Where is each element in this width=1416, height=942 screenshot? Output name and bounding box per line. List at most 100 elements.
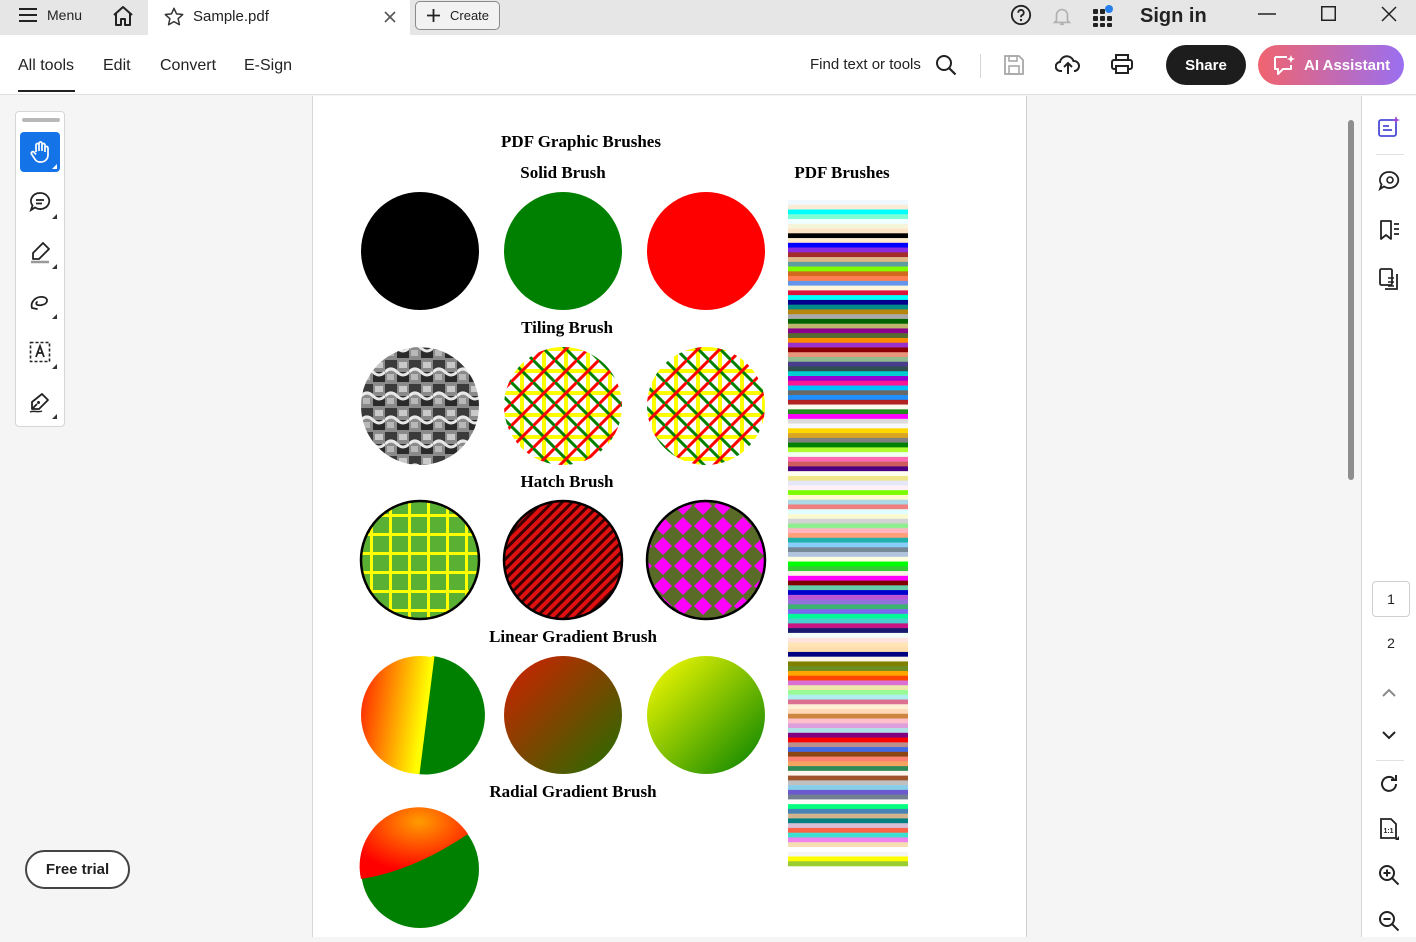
text-select-tool[interactable] bbox=[20, 332, 60, 372]
solid-green-circle bbox=[504, 192, 622, 310]
brush-stripe bbox=[788, 789, 908, 795]
star-icon[interactable] bbox=[163, 6, 185, 28]
menu-button[interactable]: Menu bbox=[18, 7, 82, 23]
brush-stripe bbox=[788, 680, 908, 686]
brush-stripe bbox=[788, 223, 908, 229]
save-icon[interactable] bbox=[1003, 54, 1025, 76]
page-number-2[interactable]: 2 bbox=[1372, 628, 1410, 658]
fit-page-button[interactable]: 1:1 bbox=[1374, 814, 1404, 844]
highlight-tool[interactable] bbox=[20, 232, 60, 272]
close-window-icon[interactable] bbox=[1381, 6, 1397, 22]
brush-stripe bbox=[788, 861, 908, 867]
linear-gradient-title: Linear Gradient Brush bbox=[489, 627, 657, 646]
toolbar-separator bbox=[980, 54, 981, 78]
tiling-brush-title: Tiling Brush bbox=[521, 318, 613, 337]
brush-stripe bbox=[788, 761, 908, 767]
brush-stripe bbox=[788, 823, 908, 829]
brush-stripe bbox=[788, 280, 908, 286]
create-button[interactable]: Create bbox=[415, 1, 500, 30]
right-tools-rail: 1 2 1:1 bbox=[1361, 96, 1416, 937]
brush-stripe bbox=[788, 504, 908, 510]
sign-tool[interactable] bbox=[20, 382, 60, 422]
zoom-out-icon bbox=[1379, 911, 1400, 932]
brush-stripe bbox=[788, 566, 908, 572]
brush-stripe bbox=[788, 257, 908, 263]
brush-stripes bbox=[788, 200, 908, 867]
find-label[interactable]: Find text or tools bbox=[810, 56, 921, 73]
sign-in-link[interactable]: Sign in bbox=[1140, 5, 1207, 28]
comment-tool[interactable] bbox=[20, 182, 60, 222]
share-button[interactable]: Share bbox=[1166, 45, 1246, 85]
rotate-button[interactable] bbox=[1374, 769, 1404, 799]
print-icon[interactable] bbox=[1110, 53, 1134, 75]
brush-stripe bbox=[788, 618, 908, 624]
upload-cloud-icon[interactable] bbox=[1055, 52, 1081, 76]
document-tab[interactable]: Sample.pdf bbox=[148, 0, 410, 35]
bell-icon[interactable] bbox=[1051, 4, 1073, 28]
brush-stripe bbox=[788, 770, 908, 776]
brush-stripe bbox=[788, 490, 908, 496]
brush-stripe bbox=[788, 404, 908, 410]
brush-stripe bbox=[788, 737, 908, 743]
document-viewport[interactable]: PDF Graphic Brushes Solid Brush PDF Brus… bbox=[313, 96, 1360, 937]
rail-grip[interactable] bbox=[22, 118, 60, 122]
freehand-icon bbox=[30, 296, 48, 310]
hatch-grid-circle bbox=[359, 499, 481, 621]
brush-stripe bbox=[788, 437, 908, 443]
home-button[interactable] bbox=[111, 4, 135, 28]
brush-stripe bbox=[788, 475, 908, 481]
hand-tool[interactable] bbox=[20, 132, 60, 172]
zoom-out-button[interactable] bbox=[1374, 906, 1404, 936]
brush-stripe bbox=[788, 613, 908, 619]
brush-stripe bbox=[788, 647, 908, 653]
pages-icon bbox=[1379, 268, 1398, 290]
brush-stripe bbox=[788, 266, 908, 272]
solid-red-circle bbox=[647, 192, 765, 310]
brush-stripe bbox=[788, 352, 908, 358]
next-page-button[interactable] bbox=[1374, 720, 1404, 750]
brush-stripe bbox=[788, 371, 908, 377]
brush-stripe bbox=[788, 808, 908, 814]
brush-stripe bbox=[788, 651, 908, 657]
brush-stripe bbox=[788, 728, 908, 734]
draw-tool[interactable] bbox=[20, 282, 60, 322]
tab-convert[interactable]: Convert bbox=[160, 57, 216, 75]
brush-stripe bbox=[788, 747, 908, 753]
tab-all-tools[interactable]: All tools bbox=[18, 57, 76, 92]
brush-stripe bbox=[788, 699, 908, 705]
bookmarks-panel-button[interactable] bbox=[1374, 215, 1404, 245]
zoom-in-icon bbox=[1379, 865, 1400, 886]
pages-panel-button[interactable] bbox=[1374, 264, 1404, 294]
brush-stripe bbox=[788, 632, 908, 638]
brush-stripe bbox=[788, 395, 908, 401]
brush-stripe bbox=[788, 542, 908, 548]
brush-stripe bbox=[788, 642, 908, 648]
brush-stripe bbox=[788, 552, 908, 558]
brush-stripe bbox=[788, 214, 908, 220]
ai-assistant-button[interactable]: AI Assistant bbox=[1258, 45, 1404, 85]
ai-summary-button[interactable] bbox=[1374, 112, 1404, 142]
search-icon[interactable] bbox=[935, 54, 957, 76]
brush-stripe bbox=[788, 219, 908, 225]
brush-stripe bbox=[788, 456, 908, 462]
bookmark-icon bbox=[1380, 220, 1399, 240]
brush-stripe bbox=[788, 485, 908, 491]
free-trial-button[interactable]: Free trial bbox=[25, 850, 130, 889]
apps-icon[interactable] bbox=[1091, 4, 1115, 28]
maximize-icon[interactable] bbox=[1321, 6, 1336, 21]
tab-e-sign[interactable]: E-Sign bbox=[244, 57, 292, 75]
brush-stripe bbox=[788, 785, 908, 791]
previous-page-button[interactable] bbox=[1374, 678, 1404, 708]
brush-stripe bbox=[788, 380, 908, 386]
comments-panel-button[interactable] bbox=[1374, 166, 1404, 196]
help-icon[interactable] bbox=[1010, 4, 1032, 26]
chevron-up-icon bbox=[1382, 688, 1396, 697]
brush-stripe bbox=[788, 837, 908, 843]
zoom-in-button[interactable] bbox=[1374, 860, 1404, 890]
close-tab-icon[interactable] bbox=[384, 11, 396, 23]
tab-edit[interactable]: Edit bbox=[103, 57, 131, 75]
current-page-number[interactable]: 1 bbox=[1372, 581, 1410, 617]
minimize-icon[interactable] bbox=[1258, 13, 1276, 15]
radial-gradient-title: Radial Gradient Brush bbox=[489, 782, 657, 801]
vertical-scrollbar[interactable] bbox=[1348, 120, 1354, 480]
